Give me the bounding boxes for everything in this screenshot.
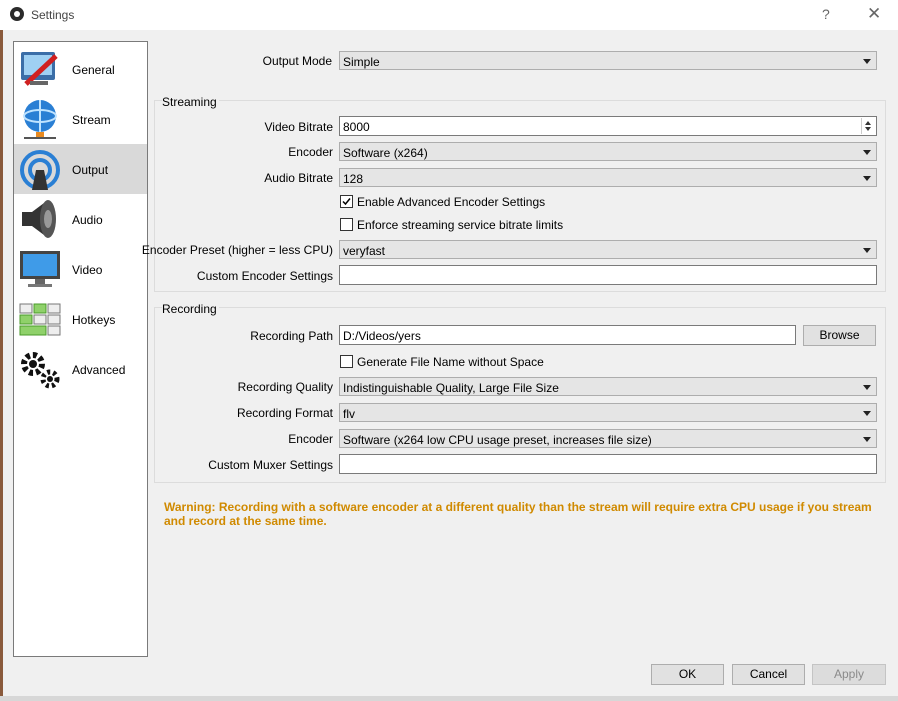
encoder-preset-label: Encoder Preset (higher = less CPU) (141, 243, 333, 257)
recording-format-select[interactable]: flv (339, 403, 877, 422)
stream-encoder-label: Encoder (288, 145, 333, 159)
ok-button[interactable]: OK (651, 664, 724, 685)
enforce-limits-checkbox[interactable] (340, 218, 353, 231)
recording-group-title: Recording (162, 302, 219, 316)
close-button[interactable]: ✕ (867, 4, 881, 24)
custom-encoder-label: Custom Encoder Settings (196, 269, 333, 283)
checkmark-icon (342, 198, 351, 206)
recording-quality-select[interactable]: Indistinguishable Quality, Large File Si… (339, 377, 877, 396)
no-space-checkbox[interactable] (340, 355, 353, 368)
sidebar-item-label: Audio (72, 213, 103, 227)
enforce-limits-label: Enforce streaming service bitrate limits (357, 218, 564, 232)
sidebar-item-advanced[interactable]: Advanced (14, 344, 147, 394)
recording-format-label: Recording Format (236, 406, 333, 420)
chevron-down-icon (863, 385, 871, 390)
help-button[interactable]: ? (822, 6, 830, 22)
recording-path-label: Recording Path (250, 329, 333, 343)
custom-muxer-label: Custom Muxer Settings (208, 458, 333, 472)
encoder-preset-select[interactable]: veryfast (339, 240, 877, 259)
recording-format-value: flv (343, 407, 355, 421)
stream-encoder-select[interactable]: Software (x264) (339, 142, 877, 161)
recording-quality-label: Recording Quality (237, 380, 333, 394)
chevron-down-icon (863, 411, 871, 416)
chevron-down-icon (863, 150, 871, 155)
custom-muxer-input[interactable] (339, 454, 877, 474)
stream-icon (23, 100, 57, 139)
audio-icon (22, 200, 56, 238)
sidebar-item-output[interactable]: Output (14, 144, 147, 194)
recording-encoder-value: Software (x264 low CPU usage preset, inc… (343, 433, 652, 447)
sidebar-item-label: Advanced (72, 363, 126, 377)
title-bar: Settings ? ✕ (0, 0, 898, 30)
output-mode-select[interactable]: Simple (339, 51, 877, 70)
video-bitrate-spinbox[interactable]: 8000 (339, 116, 877, 136)
background-window-edge (0, 30, 3, 696)
advanced-icon (21, 352, 60, 389)
apply-button[interactable]: Apply (812, 664, 886, 685)
sidebar-item-label: Stream (72, 113, 111, 127)
window-title: Settings (31, 8, 75, 22)
custom-encoder-input[interactable] (339, 265, 877, 285)
advanced-encoder-checkbox[interactable] (340, 195, 353, 208)
sidebar-item-stream[interactable]: Stream (14, 94, 147, 144)
sidebar-item-video[interactable]: Video (14, 244, 147, 294)
video-icon (20, 251, 60, 287)
general-icon (21, 52, 58, 86)
spin-arrows-icon[interactable] (861, 118, 875, 134)
browse-button[interactable]: Browse (803, 325, 876, 346)
chevron-down-icon (863, 437, 871, 442)
recording-path-input[interactable]: D:/Videos/yers (339, 325, 796, 345)
hotkeys-icon (19, 303, 61, 336)
obs-logo-icon (10, 7, 24, 21)
chevron-down-icon (863, 59, 871, 64)
sidebar-item-label: Video (72, 263, 103, 277)
video-bitrate-value: 8000 (343, 120, 370, 134)
sidebar-item-hotkeys[interactable]: Hotkeys (14, 294, 147, 344)
sidebar-item-label: General (72, 63, 115, 77)
encoder-preset-value: veryfast (343, 244, 386, 258)
audio-bitrate-select[interactable]: 128 (339, 168, 877, 187)
recording-encoder-label: Encoder (288, 432, 333, 446)
advanced-encoder-label: Enable Advanced Encoder Settings (357, 195, 546, 209)
chevron-down-icon (863, 176, 871, 181)
stream-encoder-value: Software (x264) (343, 146, 428, 160)
output-mode-value: Simple (343, 55, 380, 69)
sidebar-item-general[interactable]: General (14, 44, 147, 94)
audio-bitrate-value: 128 (343, 172, 364, 186)
cancel-button[interactable]: Cancel (732, 664, 805, 685)
no-space-label: Generate File Name without Space (357, 355, 544, 369)
recording-quality-value: Indistinguishable Quality, Large File Si… (343, 381, 559, 395)
warning-text: Warning: Recording with a software encod… (164, 500, 872, 528)
output-mode-label: Output Mode (262, 54, 332, 68)
sidebar-item-label: Output (72, 163, 109, 177)
output-icon (20, 150, 60, 190)
audio-bitrate-label: Audio Bitrate (264, 171, 333, 185)
sidebar-item-label: Hotkeys (72, 313, 116, 327)
video-bitrate-label: Video Bitrate (264, 120, 334, 134)
sidebar-item-audio[interactable]: Audio (14, 194, 147, 244)
recording-encoder-select[interactable]: Software (x264 low CPU usage preset, inc… (339, 429, 877, 448)
streaming-group-title: Streaming (162, 95, 219, 109)
settings-sidebar: General Stream Output Audio Video Hotkey… (13, 41, 148, 657)
taskbar-strip (0, 696, 898, 701)
settings-window: Settings ? ✕ General Stream Output Audio… (0, 0, 898, 697)
recording-path-value: D:/Videos/yers (343, 329, 421, 343)
chevron-down-icon (863, 248, 871, 253)
